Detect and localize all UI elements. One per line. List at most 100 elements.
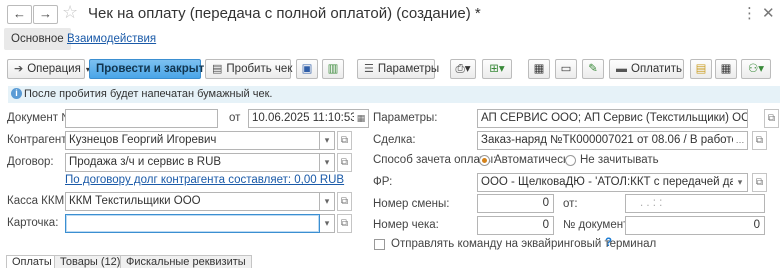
deal-label: Сделка: bbox=[373, 134, 416, 146]
document-number-field[interactable] bbox=[65, 109, 218, 128]
report-icon: ▦ bbox=[533, 63, 545, 75]
contract-field[interactable]: Продажа з/ч и сервис в RUB bbox=[65, 153, 320, 172]
table-button[interactable]: ▦ bbox=[715, 59, 737, 79]
post-and-close-button[interactable]: Провести и закрыть bbox=[89, 59, 211, 79]
card-open-button[interactable]: ⧉ bbox=[337, 214, 352, 233]
print-check-button[interactable]: ▤ Пробить чек bbox=[205, 59, 293, 79]
list-icon: ☰ bbox=[364, 63, 374, 75]
fr-field[interactable]: ООО - ЩелковаДЮ - 'АТОЛ:ККТ с передачей … bbox=[477, 173, 734, 192]
print-check-label: Пробить чек bbox=[226, 63, 293, 75]
offset-none-radio[interactable] bbox=[565, 155, 576, 166]
parameters-field[interactable]: АП СЕРВИС ООО; АП Сервис (Текстильщики) … bbox=[477, 109, 748, 128]
date-field[interactable]: 10.06.2025 11:10:53 bbox=[248, 109, 355, 128]
window-title: Чек на оплату (передача с полной оплатой… bbox=[88, 5, 481, 22]
edit-button[interactable]: ✎ bbox=[582, 59, 604, 79]
offset-method-label: Способ зачета оплаты: bbox=[373, 154, 497, 166]
counterparty-field[interactable]: Кузнецов Георгий Игоревич bbox=[65, 131, 320, 150]
save-button[interactable]: ▣ bbox=[296, 59, 318, 79]
card-field[interactable] bbox=[65, 214, 320, 233]
shift-number-label: Номер смены: bbox=[373, 198, 450, 210]
fr-label: ФР: bbox=[373, 176, 393, 188]
save-icon: ▣ bbox=[301, 63, 313, 75]
tab-goods[interactable]: Товары (12) bbox=[54, 255, 127, 268]
shift-from-field[interactable]: . . : : bbox=[625, 194, 765, 213]
parameters-open-button[interactable]: ⧉ bbox=[764, 109, 779, 128]
check-number-label: Номер чека: bbox=[373, 219, 439, 231]
counterparty-label: Контрагент: bbox=[7, 134, 70, 146]
open-icon: ⧉ bbox=[340, 196, 349, 207]
open-icon: ⧉ bbox=[755, 177, 764, 188]
create-based-icon: ⊞▾ bbox=[489, 63, 505, 75]
chevron-down-icon: ▾ bbox=[324, 135, 330, 145]
receipt-icon: ▤ bbox=[212, 63, 223, 75]
toolbar: ➔ Операция ▾ Провести и закрыть ▤ Пробить ч… bbox=[0, 57, 780, 81]
send-terminal-label: Отправлять команду на эквайринговый терм… bbox=[391, 238, 657, 250]
help-icon[interactable]: ? bbox=[605, 237, 612, 249]
operation-label: Операция bbox=[27, 63, 81, 75]
forward-button[interactable]: → bbox=[33, 5, 58, 24]
operation-icon: ➔ bbox=[14, 63, 24, 75]
more-icon[interactable]: ⋮ bbox=[742, 4, 757, 22]
favorite-star-icon[interactable]: ☆ bbox=[62, 2, 78, 23]
kkm-select-button[interactable]: ▾ bbox=[320, 192, 335, 211]
calendar-button[interactable]: ▦ bbox=[354, 109, 369, 128]
deal-open-button[interactable]: ⧉ bbox=[752, 131, 767, 150]
offset-auto-radio[interactable] bbox=[479, 155, 490, 166]
card-select-button[interactable]: ▾ bbox=[320, 214, 335, 233]
document-icon: ▤ bbox=[695, 63, 707, 75]
parameters-button[interactable]: ☰ Параметры bbox=[357, 59, 439, 79]
kkm-open-button[interactable]: ⧉ bbox=[337, 192, 352, 211]
print-button[interactable]: ⎙▾ bbox=[450, 59, 476, 79]
contract-open-button[interactable]: ⧉ bbox=[337, 153, 352, 172]
counterparty-open-button[interactable]: ⧉ bbox=[337, 131, 352, 150]
parameters-field-label: Параметры: bbox=[373, 112, 438, 124]
contract-label: Договор: bbox=[7, 156, 54, 168]
open-icon: ⧉ bbox=[767, 113, 776, 124]
arrow-right-icon: → bbox=[39, 6, 52, 21]
check-number-field[interactable]: 0 bbox=[477, 216, 554, 235]
tab-interactions[interactable]: Взаимодействия bbox=[60, 28, 163, 50]
back-button[interactable]: ← bbox=[7, 5, 32, 24]
arrow-left-icon: ← bbox=[13, 6, 26, 21]
contract-select-button[interactable]: ▾ bbox=[320, 153, 335, 172]
fr-select-button[interactable]: ▾ bbox=[733, 173, 748, 192]
chevron-down-icon: ▾ bbox=[324, 218, 330, 228]
chevron-down-icon: ▾ bbox=[324, 196, 330, 206]
card-button[interactable]: ▭ bbox=[555, 59, 577, 79]
document-button[interactable]: ▤ bbox=[690, 59, 712, 79]
card-icon: ▭ bbox=[560, 63, 572, 75]
users-button[interactable]: ⚇▾ bbox=[741, 59, 771, 79]
post-button[interactable]: ▥ bbox=[322, 59, 344, 79]
doc-number-field[interactable]: 0 bbox=[625, 216, 765, 235]
kkm-label: Касса ККМ: bbox=[7, 195, 68, 207]
pencil-icon: ✎ bbox=[588, 63, 598, 75]
printer-icon: ⎙▾ bbox=[455, 63, 471, 75]
chevron-down-icon: ▾ bbox=[324, 157, 330, 167]
date-from-label: от bbox=[229, 112, 241, 124]
operation-button[interactable]: ➔ Операция ▾ bbox=[7, 59, 90, 79]
open-icon: ⧉ bbox=[340, 157, 349, 168]
counterparty-select-button[interactable]: ▾ bbox=[320, 131, 335, 150]
kkm-field[interactable]: ККМ Текстильщики ООО bbox=[65, 192, 320, 211]
calendar-icon: ▦ bbox=[356, 113, 366, 123]
users-icon: ⚇▾ bbox=[747, 63, 765, 75]
create-based-on-button[interactable]: ⊞▾ bbox=[482, 59, 512, 79]
send-terminal-checkbox[interactable] bbox=[374, 239, 385, 250]
tab-fiscal-details[interactable]: Фискальные реквизиты bbox=[120, 255, 252, 268]
section-tabs: Основное Взаимодействия bbox=[0, 28, 300, 50]
report-button[interactable]: ▦ bbox=[528, 59, 550, 79]
deal-field[interactable]: Заказ-наряд №ТК000007021 от 08.06 / В ра… bbox=[477, 131, 734, 150]
close-icon[interactable]: ✕ bbox=[762, 4, 775, 22]
info-icon: i bbox=[11, 88, 22, 99]
tab-payments[interactable]: Оплаты bbox=[6, 255, 58, 268]
debt-link[interactable]: По договору долг контрагента составляет:… bbox=[65, 174, 344, 186]
deal-select-button[interactable]: … bbox=[733, 131, 748, 150]
parameters-label: Параметры bbox=[377, 63, 440, 75]
fr-open-button[interactable]: ⧉ bbox=[752, 173, 767, 192]
shift-number-field[interactable]: 0 bbox=[477, 194, 554, 213]
title-bar: ← → ☆ Чек на оплату (передача с полной о… bbox=[0, 0, 780, 28]
pay-button[interactable]: ▬ Оплатить bbox=[609, 59, 684, 79]
chevron-down-icon: ▾ bbox=[737, 177, 743, 187]
open-icon: ⧉ bbox=[340, 135, 349, 146]
info-bar: i После пробития будет напечатан бумажны… bbox=[8, 86, 780, 103]
